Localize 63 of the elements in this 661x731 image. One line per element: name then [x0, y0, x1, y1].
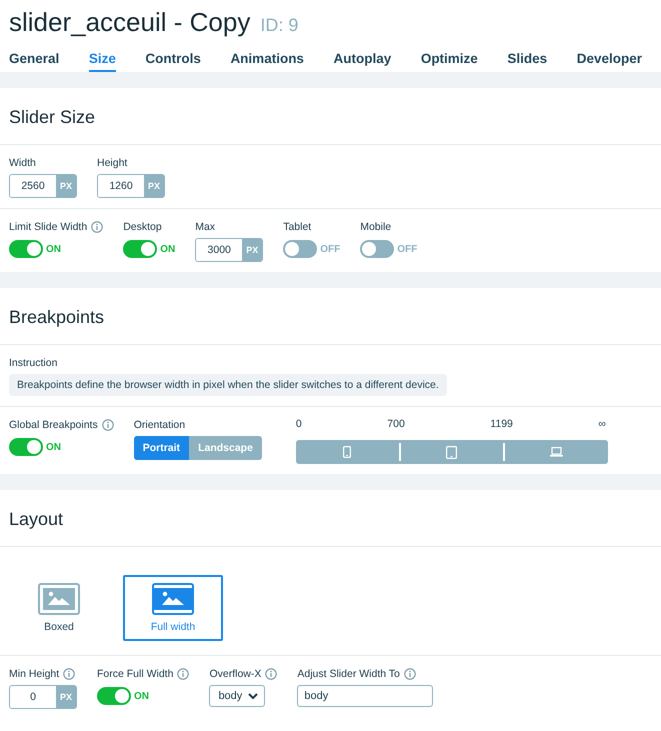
layout-option[interactable]: Full width	[123, 575, 223, 641]
boxed-layout-icon	[38, 583, 80, 615]
breakpoint-bar[interactable]	[296, 440, 608, 464]
instruction-text: Breakpoints define the browser width in pixel when the slider switches to a different device.	[9, 374, 447, 396]
unit-label: PX	[56, 686, 76, 708]
breakpoint-value: 1199	[490, 418, 513, 432]
unit-label: PX	[56, 175, 76, 197]
toggle-state: ON	[46, 244, 61, 254]
breakpoint-value: ∞	[598, 418, 606, 432]
toggle-switch[interactable]	[9, 240, 43, 258]
section-title: Slider Size	[0, 88, 661, 145]
unit-label: PX	[242, 239, 262, 261]
toggle-state: ON	[160, 244, 176, 254]
tablet-icon	[446, 446, 458, 458]
phone-icon	[343, 446, 352, 458]
number-field[interactable]: 0 PX	[9, 685, 77, 709]
field-label: Tablet	[283, 221, 312, 233]
page-title: slider_acceuil - Copy	[9, 7, 250, 38]
field-label: Global Breakpoints	[9, 419, 98, 431]
select-field[interactable]: body	[209, 685, 266, 707]
section-title: Layout	[0, 490, 661, 547]
layout-option[interactable]: Boxed	[9, 575, 109, 641]
toggle-switch[interactable]	[123, 240, 158, 258]
unit-label: PX	[144, 175, 164, 197]
field-label: Max	[195, 221, 216, 233]
breakpoint-value: 0	[296, 418, 302, 432]
field-label: Desktop	[123, 221, 162, 233]
field-label: Height	[97, 157, 128, 169]
number-field[interactable]: 1260 PX	[97, 174, 165, 198]
segment-button[interactable]: Portrait	[134, 436, 190, 460]
tab[interactable]: Optimize	[420, 46, 478, 72]
tab[interactable]: Autoplay	[334, 46, 392, 72]
field-label: Mobile	[360, 221, 392, 233]
tab[interactable]: Animations	[230, 46, 304, 72]
number-field[interactable]: 2560 PX	[9, 174, 77, 198]
tab[interactable]: Developer	[576, 46, 642, 72]
toggle-state: OFF	[397, 244, 418, 254]
laptop-icon	[550, 447, 564, 457]
section-title: Breakpoints	[0, 288, 661, 345]
toggle-state: OFF	[320, 244, 340, 254]
field-label: Force Full Width	[97, 668, 174, 680]
text-field[interactable]: body	[297, 685, 434, 707]
field-label: Min Height	[9, 668, 60, 680]
tab[interactable]: General	[9, 46, 60, 72]
toggle-switch[interactable]	[97, 687, 131, 705]
full-width-layout-icon	[152, 583, 194, 615]
field-label: Width	[9, 157, 36, 169]
breakpoint-value: 700	[387, 418, 405, 432]
field-label: Adjust Slider Width To	[297, 668, 400, 680]
toggle-switch[interactable]	[283, 240, 318, 258]
tab[interactable]: Slides	[507, 46, 548, 72]
toggle-state: ON	[134, 690, 149, 702]
toggle-switch[interactable]	[9, 438, 43, 456]
toggle-state: ON	[46, 442, 61, 452]
toggle-switch[interactable]	[360, 240, 394, 258]
field-label: Orientation	[134, 419, 186, 431]
field-label: Instruction	[9, 357, 58, 369]
chevron-down-icon	[248, 692, 258, 700]
tab[interactable]: Controls	[145, 46, 201, 72]
field-label: Overflow-X	[209, 668, 262, 680]
field-label: Limit Slide Width	[9, 221, 88, 233]
id-label: ID: 9	[260, 15, 298, 36]
number-field[interactable]: 3000 PX	[195, 238, 264, 262]
